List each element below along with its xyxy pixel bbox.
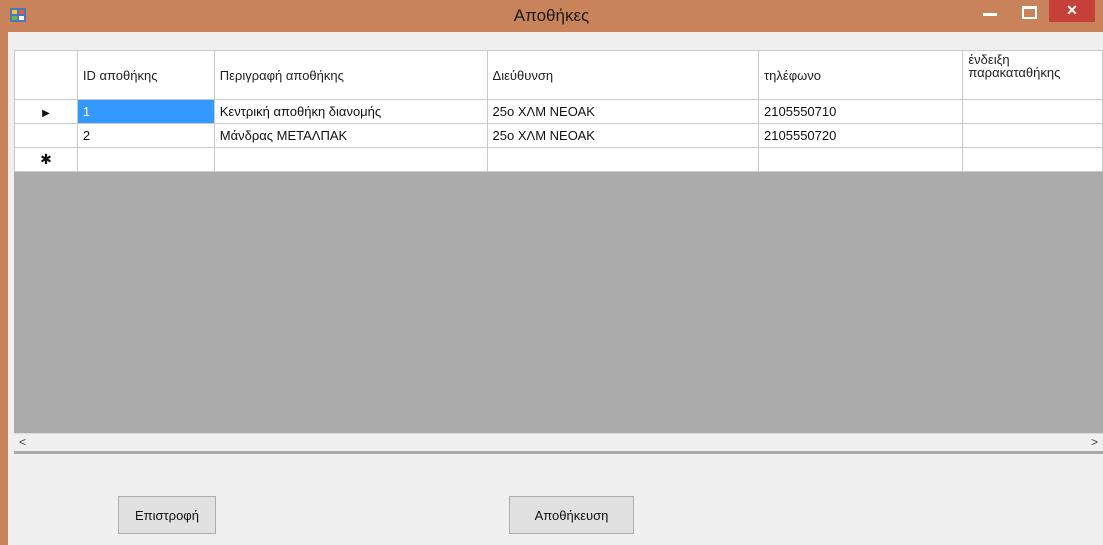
close-icon: ✕ (1066, 2, 1078, 18)
row-header-new[interactable]: ✱ (14, 147, 78, 172)
back-button[interactable]: Επιστροφή (118, 496, 216, 534)
column-header-phone[interactable]: τηλέφωνο (758, 50, 964, 100)
row-header[interactable] (14, 123, 78, 148)
column-header-consignment-label: ένδειξη παρακαταθήκης (968, 52, 1061, 80)
cell-phone[interactable] (758, 147, 964, 172)
save-button[interactable]: Αποθήκευση (509, 496, 634, 534)
minimize-button[interactable] (975, 0, 1005, 22)
new-row[interactable]: ✱ (14, 147, 1103, 172)
column-header-consignment[interactable]: ένδειξη παρακαταθήκης (962, 50, 1103, 100)
new-row-icon: ✱ (40, 151, 52, 167)
grid-table: ID αποθήκης Περιγραφή αποθήκης Διεύθυνση… (14, 50, 1103, 172)
column-header-id[interactable]: ID αποθήκης (76, 50, 215, 100)
cell-address[interactable]: 25ο ΧΛΜ ΝΕΟΑΚ (486, 99, 760, 124)
window-title: Αποθήκες (513, 6, 590, 25)
maximize-button[interactable] (1013, 0, 1043, 22)
scroll-right-icon[interactable]: > (1086, 434, 1103, 451)
app-window: Αποθήκες ✕ ID αποθήκης Περιγραφή αποθήκη… (0, 0, 1103, 545)
column-header-description[interactable]: Περιγραφή αποθήκης (213, 50, 488, 100)
warehouse-grid[interactable]: ID αποθήκης Περιγραφή αποθήκης Διεύθυνση… (14, 50, 1103, 454)
title-bar: Αποθήκες ✕ (0, 0, 1103, 32)
cell-consignment[interactable] (962, 147, 1103, 172)
maximize-icon (1022, 6, 1037, 19)
corner-header[interactable] (14, 50, 78, 100)
cell-consignment[interactable] (962, 99, 1103, 124)
minimize-icon (983, 13, 997, 16)
cell-description[interactable]: Κεντρική αποθήκη διανομής (213, 99, 488, 124)
table-row[interactable]: 2 Μάνδρας ΜΕΤΑΛΠΑΚ 25ο ΧΛΜ ΝΕΟΑΚ 2105550… (14, 123, 1103, 148)
cell-phone[interactable]: 2105550720 (758, 123, 964, 148)
horizontal-scrollbar[interactable]: < > (14, 433, 1103, 451)
close-button[interactable]: ✕ (1049, 0, 1095, 22)
cell-phone[interactable]: 2105550710 (758, 99, 964, 124)
column-header-address[interactable]: Διεύθυνση (486, 50, 760, 100)
row-header-current[interactable]: ▶ (14, 99, 78, 124)
cell-address[interactable]: 25ο ΧΛΜ ΝΕΟΑΚ (486, 123, 760, 148)
scroll-left-icon[interactable]: < (14, 434, 31, 451)
table-row[interactable]: ▶ 1 Κεντρική αποθήκη διανομής 25ο ΧΛΜ ΝΕ… (14, 99, 1103, 124)
cell-description[interactable]: Μάνδρας ΜΕΤΑΛΠΑΚ (213, 123, 488, 148)
cell-consignment[interactable] (962, 123, 1103, 148)
cell-id[interactable]: 1 (76, 99, 215, 124)
cell-id[interactable]: 2 (76, 123, 215, 148)
cell-address[interactable] (486, 147, 760, 172)
header-row: ID αποθήκης Περιγραφή αποθήκης Διεύθυνση… (14, 50, 1103, 100)
current-row-icon: ▶ (42, 108, 50, 119)
cell-id[interactable] (76, 147, 215, 172)
cell-description[interactable] (213, 147, 488, 172)
